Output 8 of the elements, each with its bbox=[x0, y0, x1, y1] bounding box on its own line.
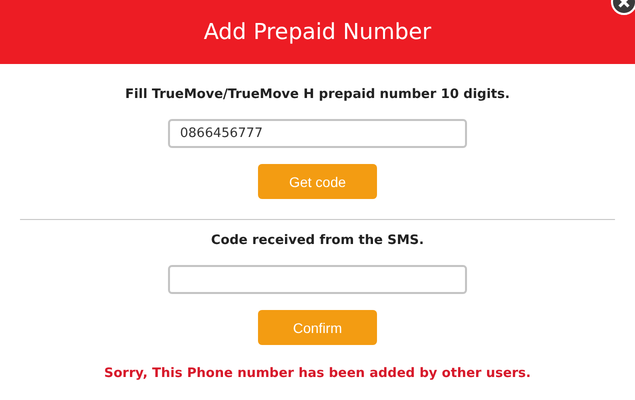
phone-number-field[interactable]: 0866456777 bbox=[168, 119, 467, 148]
code-label: Code received from the SMS. bbox=[211, 233, 424, 249]
dialog-title: Add Prepaid Number bbox=[204, 20, 432, 44]
confirm-button[interactable]: Confirm bbox=[258, 310, 377, 345]
instruction-text: Fill TrueMove/TrueMove H prepaid number 10 digits. bbox=[125, 87, 510, 103]
get-code-button[interactable]: Get code bbox=[258, 164, 377, 199]
error-message: Sorry, This Phone number has been added by other users. bbox=[104, 366, 531, 381]
sms-code-field[interactable] bbox=[168, 265, 467, 294]
